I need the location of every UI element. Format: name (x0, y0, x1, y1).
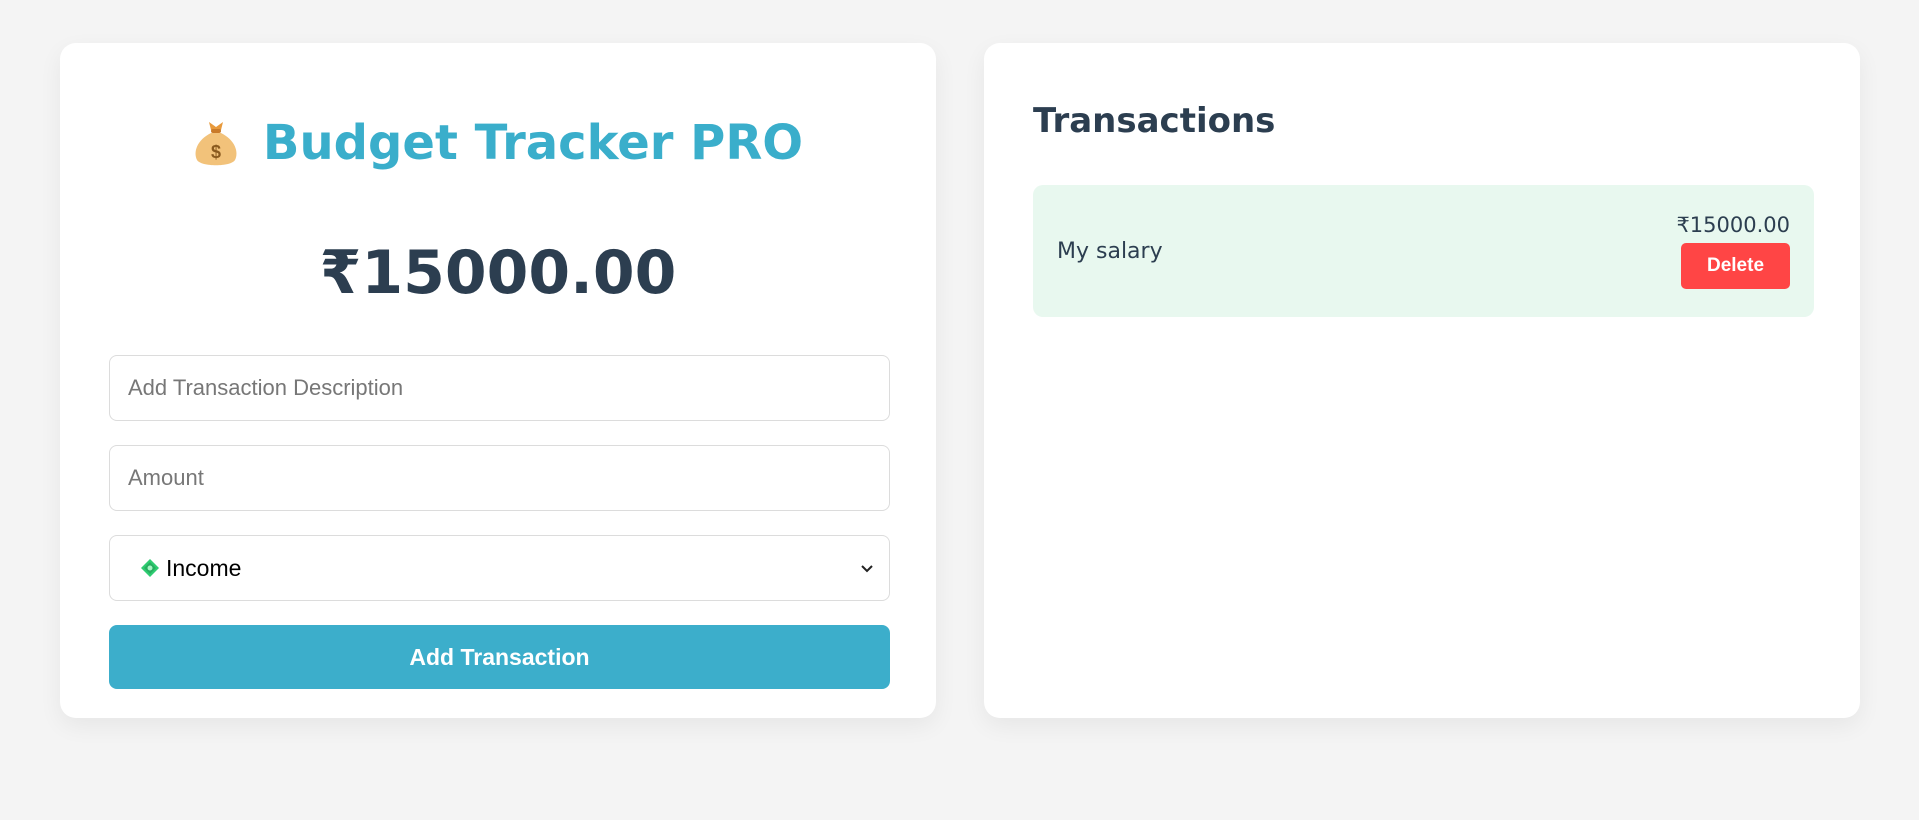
transactions-panel: Transactions My salary ₹15000.00 Delete (984, 43, 1860, 718)
transaction-item: My salary ₹15000.00 Delete (1033, 185, 1814, 317)
tracker-panel: $ Budget Tracker PRO ₹15000.00 Income (60, 43, 936, 718)
chevron-down-icon (859, 560, 875, 576)
app-title: Budget Tracker PRO (262, 115, 804, 171)
type-select-value: Income (166, 554, 242, 581)
delete-button[interactable]: Delete (1681, 243, 1790, 289)
money-bag-icon: $ (193, 118, 239, 168)
transaction-description: My salary (1057, 238, 1163, 264)
app-header: $ Budget Tracker PRO (109, 43, 887, 181)
balance-amount: ₹15000.00 (319, 238, 677, 308)
app-root: $ Budget Tracker PRO ₹15000.00 Income (0, 0, 1919, 820)
money-with-wings-icon (138, 556, 162, 580)
svg-text:$: $ (211, 142, 221, 162)
description-input[interactable] (109, 355, 890, 421)
type-select[interactable]: Income (109, 535, 890, 601)
transactions-list: My salary ₹15000.00 Delete (1033, 185, 1814, 317)
transaction-actions: ₹15000.00 Delete (1676, 213, 1790, 289)
transactions-heading: Transactions (1033, 101, 1276, 141)
add-transaction-button[interactable]: Add Transaction (109, 625, 890, 689)
transaction-amount: ₹15000.00 (1676, 213, 1790, 237)
amount-input[interactable] (109, 445, 890, 511)
